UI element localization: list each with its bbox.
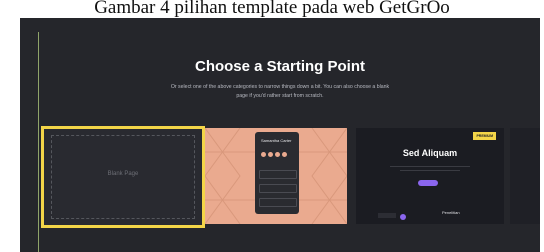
profile-field (259, 198, 297, 207)
template-card-profile[interactable]: Samantha Carter (205, 128, 347, 224)
page-title: Choose a Starting Point (194, 58, 365, 75)
social-icon (268, 152, 273, 157)
next-card-edge (510, 128, 540, 224)
profile-field (259, 170, 297, 179)
template-chooser: Choose a Starting Point Or select one of… (20, 18, 540, 252)
blank-page-outline (51, 135, 195, 219)
cta-button (418, 180, 438, 186)
page-subtitle: Or select one of the above categories to… (170, 84, 390, 99)
text-line (400, 170, 460, 171)
template-card-blank[interactable]: Blank Page (41, 126, 205, 228)
input-mock (378, 213, 396, 218)
section-label: Penelitian (442, 210, 460, 215)
template-heading: Sed Aliquam (402, 148, 458, 158)
template-card-dark[interactable]: PREMIUM Sed Aliquam Penelitian (356, 128, 504, 224)
blank-page-label: Blank Page (107, 171, 139, 177)
accent-dot (400, 214, 406, 220)
social-icon (275, 152, 280, 157)
profile-name: Samantha Carter (261, 138, 292, 143)
social-icon (261, 152, 266, 157)
figure-caption: Gambar 4 pilihan template pada web GetGr… (94, 0, 450, 18)
premium-badge: PREMIUM (473, 132, 496, 140)
text-line (390, 166, 470, 167)
social-icon (282, 152, 287, 157)
profile-field (259, 184, 297, 193)
social-icons (261, 152, 287, 157)
profile-mockup: Samantha Carter (255, 132, 299, 214)
